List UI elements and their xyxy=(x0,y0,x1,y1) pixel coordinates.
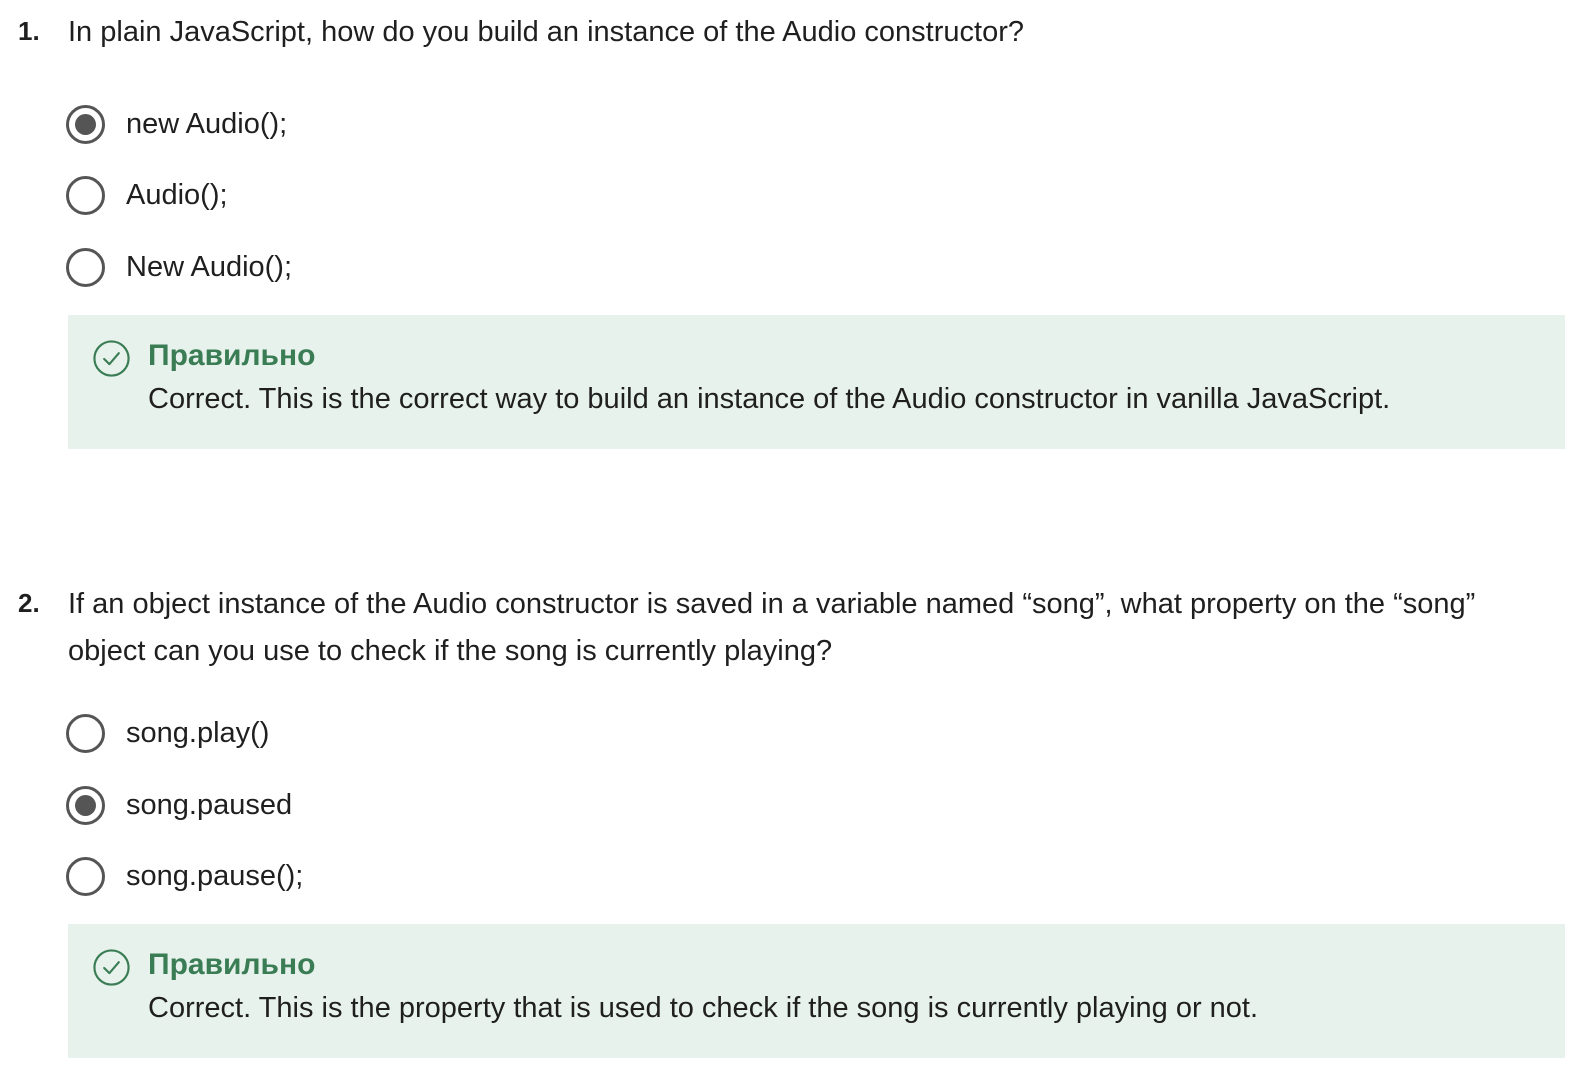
check-circle-icon xyxy=(93,340,130,377)
radio-button[interactable] xyxy=(66,104,105,144)
option-label: song.play() xyxy=(126,716,270,749)
check-circle-icon xyxy=(93,949,130,986)
radio-button[interactable] xyxy=(66,856,105,896)
feedback-correct: Правильно Correct. This is the correct w… xyxy=(68,315,1565,449)
question-text: In plain JavaScript, how do you build an… xyxy=(68,16,1024,48)
option-song-play[interactable]: song.play() xyxy=(66,712,269,754)
radio-button[interactable] xyxy=(66,713,105,753)
feedback-correct: Правильно Correct. This is the property … xyxy=(68,924,1565,1058)
feedback-message: Correct. This is the correct way to buil… xyxy=(148,383,1391,415)
option-new-audio[interactable]: new Audio(); xyxy=(66,103,287,145)
option-label: new Audio(); xyxy=(126,107,288,140)
option-label: New Audio(); xyxy=(126,250,293,283)
feedback-status: Правильно xyxy=(148,948,316,981)
radio-button[interactable] xyxy=(66,175,105,215)
option-label: song.pause(); xyxy=(126,859,304,892)
option-song-pause[interactable]: song.pause(); xyxy=(66,855,303,897)
option-audio[interactable]: Audio(); xyxy=(66,174,228,216)
question-number: 2. xyxy=(18,588,40,618)
feedback-message: Correct. This is the property that is us… xyxy=(148,992,1259,1024)
question-number: 1. xyxy=(18,16,40,46)
option-label: song.paused xyxy=(126,788,293,821)
option-new-audio-capital[interactable]: New Audio(); xyxy=(66,246,292,288)
radio-button[interactable] xyxy=(66,247,105,287)
question-text: If an object instance of the Audio const… xyxy=(68,588,1476,667)
option-label: Audio(); xyxy=(126,178,228,211)
option-song-paused[interactable]: song.paused xyxy=(66,784,292,826)
radio-button[interactable] xyxy=(66,785,105,825)
feedback-status: Правильно xyxy=(148,339,316,372)
